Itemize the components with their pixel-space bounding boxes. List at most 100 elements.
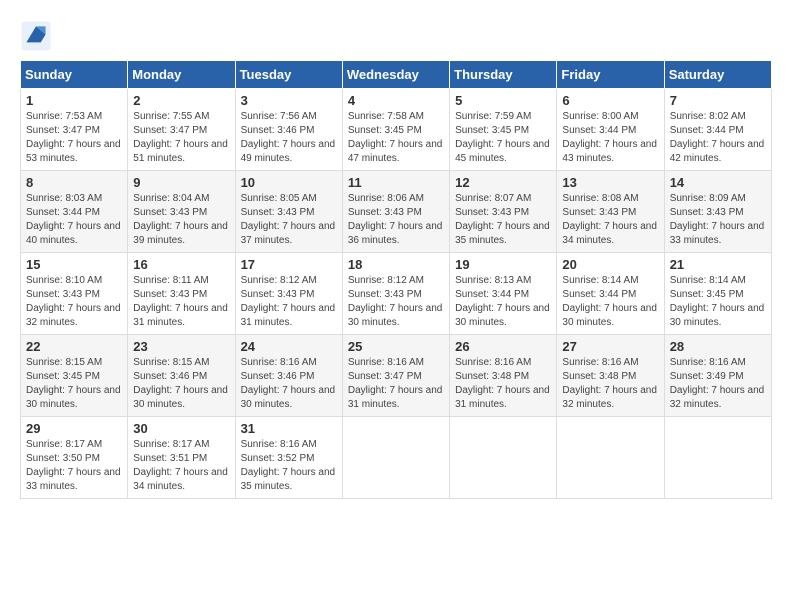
weekday-header-sunday: Sunday (21, 61, 128, 89)
day-info: Sunrise: 8:15 AMSunset: 3:45 PMDaylight:… (26, 356, 122, 412)
day-number: 10 (241, 175, 337, 190)
calendar-week-row: 1 Sunrise: 7:53 AMSunset: 3:47 PMDaylight… (21, 89, 772, 171)
weekday-header-friday: Friday (557, 61, 664, 89)
day-info: Sunrise: 8:08 AMSunset: 3:43 PMDaylight:… (562, 192, 658, 248)
calendar-cell: 6 Sunrise: 8:00 AMSunset: 3:44 PMDaylight… (557, 89, 664, 171)
day-info: Sunrise: 8:11 AMSunset: 3:43 PMDaylight:… (133, 274, 229, 330)
day-info: Sunrise: 8:05 AMSunset: 3:43 PMDaylight:… (241, 192, 337, 248)
weekday-header-saturday: Saturday (664, 61, 771, 89)
logo (20, 20, 56, 52)
day-info: Sunrise: 8:10 AMSunset: 3:43 PMDaylight:… (26, 274, 122, 330)
calendar-cell: 10 Sunrise: 8:05 AMSunset: 3:43 PMDayligh… (235, 171, 342, 253)
day-info: Sunrise: 8:16 AMSunset: 3:49 PMDaylight:… (670, 356, 766, 412)
calendar-cell: 13 Sunrise: 8:08 AMSunset: 3:43 PMDayligh… (557, 171, 664, 253)
calendar-cell: 12 Sunrise: 8:07 AMSunset: 3:43 PMDayligh… (450, 171, 557, 253)
day-number: 5 (455, 93, 551, 108)
day-info: Sunrise: 8:12 AMSunset: 3:43 PMDaylight:… (241, 274, 337, 330)
calendar-cell (664, 417, 771, 499)
calendar-cell: 24 Sunrise: 8:16 AMSunset: 3:46 PMDayligh… (235, 335, 342, 417)
calendar-week-row: 8Sunrise: 8:03 AMSunset: 3:44 PMDaylight… (21, 171, 772, 253)
day-number: 14 (670, 175, 766, 190)
day-number: 7 (670, 93, 766, 108)
calendar-body: 1 Sunrise: 7:53 AMSunset: 3:47 PMDaylight… (21, 89, 772, 499)
day-info: Sunrise: 8:17 AMSunset: 3:50 PMDaylight:… (26, 438, 122, 494)
day-number: 11 (348, 175, 444, 190)
calendar-header-row: SundayMondayTuesdayWednesdayThursdayFrid… (21, 61, 772, 89)
day-info: Sunrise: 7:56 AMSunset: 3:46 PMDaylight:… (241, 110, 337, 166)
day-info: Sunrise: 8:16 AMSunset: 3:48 PMDaylight:… (562, 356, 658, 412)
day-info: Sunrise: 8:04 AMSunset: 3:43 PMDaylight:… (133, 192, 229, 248)
weekday-header-monday: Monday (128, 61, 235, 89)
calendar-cell: 4Sunrise: 7:58 AMSunset: 3:45 PMDaylight… (342, 89, 449, 171)
calendar-cell: 14 Sunrise: 8:09 AMSunset: 3:43 PMDayligh… (664, 171, 771, 253)
day-number: 21 (670, 257, 766, 272)
calendar-cell (450, 417, 557, 499)
calendar-week-row: 29 Sunrise: 8:17 AMSunset: 3:50 PMDayligh… (21, 417, 772, 499)
calendar-week-row: 22Sunrise: 8:15 AMSunset: 3:45 PMDayligh… (21, 335, 772, 417)
calendar-cell: 15 Sunrise: 8:10 AMSunset: 3:43 PMDayligh… (21, 253, 128, 335)
day-info: Sunrise: 8:14 AMSunset: 3:45 PMDaylight:… (670, 274, 766, 330)
day-number: 25 (348, 339, 444, 354)
calendar-cell: 7 Sunrise: 8:02 AMSunset: 3:44 PMDaylight… (664, 89, 771, 171)
day-info: Sunrise: 8:16 AMSunset: 3:52 PMDaylight:… (241, 438, 337, 494)
day-number: 18 (348, 257, 444, 272)
calendar-table: SundayMondayTuesdayWednesdayThursdayFrid… (20, 60, 772, 499)
day-info: Sunrise: 8:16 AMSunset: 3:46 PMDaylight:… (241, 356, 337, 412)
calendar-cell: 5 Sunrise: 7:59 AMSunset: 3:45 PMDaylight… (450, 89, 557, 171)
day-number: 29 (26, 421, 122, 436)
day-info: Sunrise: 7:58 AMSunset: 3:45 PMDaylight:… (348, 110, 444, 166)
day-number: 8 (26, 175, 122, 190)
calendar-cell: 16 Sunrise: 8:11 AMSunset: 3:43 PMDayligh… (128, 253, 235, 335)
page-header (20, 20, 772, 52)
day-number: 26 (455, 339, 551, 354)
day-info: Sunrise: 8:02 AMSunset: 3:44 PMDaylight:… (670, 110, 766, 166)
day-number: 19 (455, 257, 551, 272)
calendar-cell: 25 Sunrise: 8:16 AMSunset: 3:47 PMDayligh… (342, 335, 449, 417)
calendar-cell: 26 Sunrise: 8:16 AMSunset: 3:48 PMDayligh… (450, 335, 557, 417)
weekday-header-wednesday: Wednesday (342, 61, 449, 89)
day-info: Sunrise: 8:15 AMSunset: 3:46 PMDaylight:… (133, 356, 229, 412)
day-number: 24 (241, 339, 337, 354)
calendar-cell: 18 Sunrise: 8:12 AMSunset: 3:43 PMDayligh… (342, 253, 449, 335)
calendar-cell: 8Sunrise: 8:03 AMSunset: 3:44 PMDaylight… (21, 171, 128, 253)
weekday-header-tuesday: Tuesday (235, 61, 342, 89)
day-number: 17 (241, 257, 337, 272)
day-number: 23 (133, 339, 229, 354)
day-info: Sunrise: 8:12 AMSunset: 3:43 PMDaylight:… (348, 274, 444, 330)
day-number: 1 (26, 93, 122, 108)
day-number: 16 (133, 257, 229, 272)
day-number: 3 (241, 93, 337, 108)
day-info: Sunrise: 8:09 AMSunset: 3:43 PMDaylight:… (670, 192, 766, 248)
calendar-cell: 27 Sunrise: 8:16 AMSunset: 3:48 PMDayligh… (557, 335, 664, 417)
day-number: 15 (26, 257, 122, 272)
day-info: Sunrise: 8:07 AMSunset: 3:43 PMDaylight:… (455, 192, 551, 248)
calendar-cell: 2 Sunrise: 7:55 AMSunset: 3:47 PMDaylight… (128, 89, 235, 171)
calendar-cell: 31Sunrise: 8:16 AMSunset: 3:52 PMDayligh… (235, 417, 342, 499)
day-info: Sunrise: 8:14 AMSunset: 3:44 PMDaylight:… (562, 274, 658, 330)
day-number: 13 (562, 175, 658, 190)
day-info: Sunrise: 7:53 AMSunset: 3:47 PMDaylight:… (26, 110, 122, 166)
calendar-cell: 29 Sunrise: 8:17 AMSunset: 3:50 PMDayligh… (21, 417, 128, 499)
day-info: Sunrise: 8:00 AMSunset: 3:44 PMDaylight:… (562, 110, 658, 166)
calendar-cell: 28 Sunrise: 8:16 AMSunset: 3:49 PMDayligh… (664, 335, 771, 417)
day-info: Sunrise: 8:16 AMSunset: 3:48 PMDaylight:… (455, 356, 551, 412)
calendar-week-row: 15 Sunrise: 8:10 AMSunset: 3:43 PMDayligh… (21, 253, 772, 335)
calendar-cell: 9 Sunrise: 8:04 AMSunset: 3:43 PMDaylight… (128, 171, 235, 253)
day-info: Sunrise: 7:55 AMSunset: 3:47 PMDaylight:… (133, 110, 229, 166)
calendar-cell: 30Sunrise: 8:17 AMSunset: 3:51 PMDayligh… (128, 417, 235, 499)
calendar-cell: 11 Sunrise: 8:06 AMSunset: 3:43 PMDayligh… (342, 171, 449, 253)
day-info: Sunrise: 8:13 AMSunset: 3:44 PMDaylight:… (455, 274, 551, 330)
day-info: Sunrise: 8:16 AMSunset: 3:47 PMDaylight:… (348, 356, 444, 412)
calendar-cell: 3 Sunrise: 7:56 AMSunset: 3:46 PMDaylight… (235, 89, 342, 171)
day-info: Sunrise: 7:59 AMSunset: 3:45 PMDaylight:… (455, 110, 551, 166)
day-number: 28 (670, 339, 766, 354)
day-info: Sunrise: 8:06 AMSunset: 3:43 PMDaylight:… (348, 192, 444, 248)
day-number: 2 (133, 93, 229, 108)
calendar-cell: 19 Sunrise: 8:13 AMSunset: 3:44 PMDayligh… (450, 253, 557, 335)
weekday-header-thursday: Thursday (450, 61, 557, 89)
calendar-cell: 1 Sunrise: 7:53 AMSunset: 3:47 PMDaylight… (21, 89, 128, 171)
day-number: 9 (133, 175, 229, 190)
day-number: 6 (562, 93, 658, 108)
day-number: 12 (455, 175, 551, 190)
day-number: 27 (562, 339, 658, 354)
